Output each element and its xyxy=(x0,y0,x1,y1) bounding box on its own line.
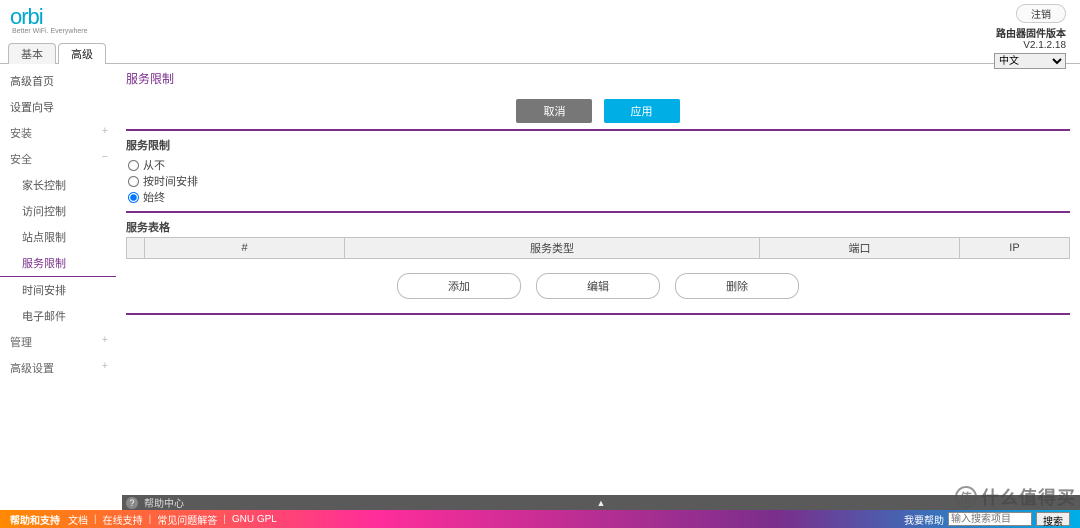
header-right: 注销 路由器固件版本 V2.1.2.18 中文 xyxy=(994,4,1066,69)
service-table: # 服务类型 端口 IP xyxy=(126,237,1070,259)
help-center-label: 帮助中心 xyxy=(144,495,184,510)
col-port: 端口 xyxy=(760,238,960,259)
sidebar-section-advanced-settings[interactable]: 高级设置 + xyxy=(0,355,116,381)
support-links: 帮助和支持 文档| 在线支持| 常见问题解答| GNU GPL xyxy=(10,512,277,527)
support-link-docs[interactable]: 文档 xyxy=(68,512,88,527)
divider xyxy=(126,313,1070,315)
table-label: 服务表格 xyxy=(126,219,1070,235)
support-bar: 帮助和支持 文档| 在线支持| 常见问题解答| GNU GPL 我要帮助 搜索 xyxy=(0,510,1080,528)
apply-button[interactable]: 应用 xyxy=(604,99,680,123)
radio-label: 按时间安排 xyxy=(143,173,198,189)
sidebar: 高级首页 设置向导 安装 + 安全 − 家长控制 访问控制 站点限制 服务限制 … xyxy=(0,64,116,495)
top-action-bar: 取消 应用 xyxy=(126,99,1070,123)
table-header-row: # 服务类型 端口 IP xyxy=(127,238,1070,259)
content-area: 服务限制 取消 应用 服务限制 从不 按时间安排 始终 服务表格 # xyxy=(116,64,1080,495)
support-link-faq[interactable]: 常见问题解答 xyxy=(157,512,217,527)
sidebar-item-access-control[interactable]: 访问控制 xyxy=(0,198,116,224)
expand-icon: + xyxy=(102,334,108,346)
support-link-gpl[interactable]: GNU GPL xyxy=(232,514,277,525)
chevron-up-icon[interactable]: ▲ xyxy=(597,498,606,508)
sidebar-section-label: 安全 xyxy=(10,154,32,166)
help-center-bar[interactable]: ? 帮助中心 ▲ xyxy=(122,495,1080,510)
footer: ? 帮助中心 ▲ 帮助和支持 文档| 在线支持| 常见问题解答| GNU GPL… xyxy=(0,495,1080,528)
radio-option-never[interactable]: 从不 xyxy=(128,157,1070,173)
sidebar-item-site-block[interactable]: 站点限制 xyxy=(0,224,116,250)
cancel-button[interactable]: 取消 xyxy=(516,99,592,123)
sidebar-item-email[interactable]: 电子邮件 xyxy=(0,303,116,329)
tab-basic[interactable]: 基本 xyxy=(8,43,56,64)
sidebar-item-parental-control[interactable]: 家长控制 xyxy=(0,172,116,198)
service-table-section: 服务表格 # 服务类型 端口 IP xyxy=(126,219,1070,259)
radio-label: 从不 xyxy=(143,157,165,173)
firmware-version: V2.1.2.18 xyxy=(994,40,1066,51)
radio-option-schedule[interactable]: 按时间安排 xyxy=(128,173,1070,189)
edit-button[interactable]: 编辑 xyxy=(536,273,660,299)
logout-button[interactable]: 注销 xyxy=(1016,4,1066,23)
sidebar-section-label: 高级设置 xyxy=(10,363,54,375)
divider xyxy=(126,211,1070,213)
radio-never[interactable] xyxy=(128,160,139,171)
radio-always[interactable] xyxy=(128,192,139,203)
support-title: 帮助和支持 xyxy=(10,512,60,527)
radio-schedule[interactable] xyxy=(128,176,139,187)
question-icon: ? xyxy=(126,497,138,509)
page-title: 服务限制 xyxy=(126,68,1070,93)
support-link-online[interactable]: 在线支持 xyxy=(103,512,143,527)
top-tabs: 基本 高级 xyxy=(0,44,1080,64)
sidebar-section-label: 安装 xyxy=(10,128,32,140)
col-ip: IP xyxy=(960,238,1070,259)
collapse-icon: − xyxy=(102,151,108,163)
tab-advanced[interactable]: 高级 xyxy=(58,43,106,64)
search-input[interactable] xyxy=(948,512,1032,526)
sidebar-item-advanced-home[interactable]: 高级首页 xyxy=(0,68,116,94)
delete-button[interactable]: 删除 xyxy=(675,273,799,299)
sidebar-section-label: 管理 xyxy=(10,337,32,349)
section-label-service-block: 服务限制 xyxy=(126,137,1070,153)
sidebar-item-setup-wizard[interactable]: 设置向导 xyxy=(0,94,116,120)
add-button[interactable]: 添加 xyxy=(397,273,521,299)
col-checkbox xyxy=(127,238,145,259)
radio-label: 始终 xyxy=(143,189,165,205)
sidebar-section-management[interactable]: 管理 + xyxy=(0,329,116,355)
firmware-label: 路由器固件版本 xyxy=(994,25,1066,40)
sidebar-item-schedule[interactable]: 时间安排 xyxy=(0,277,116,303)
search-label: 我要帮助 xyxy=(904,512,944,527)
col-service-type: 服务类型 xyxy=(345,238,760,259)
search-button[interactable]: 搜索 xyxy=(1036,512,1070,526)
expand-icon: + xyxy=(102,125,108,137)
support-search: 我要帮助 搜索 xyxy=(904,510,1070,528)
logo: orbi xyxy=(10,4,43,30)
sidebar-section-security[interactable]: 安全 − xyxy=(0,146,116,172)
table-action-bar: 添加 编辑 删除 xyxy=(126,273,1070,299)
header: orbi Better WiFi. Everywhere 注销 路由器固件版本 … xyxy=(0,0,1080,44)
sidebar-item-service-block[interactable]: 服务限制 xyxy=(0,250,116,277)
expand-icon: + xyxy=(102,360,108,372)
divider xyxy=(126,129,1070,131)
sidebar-section-install[interactable]: 安装 + xyxy=(0,120,116,146)
logo-tagline: Better WiFi. Everywhere xyxy=(12,28,87,35)
col-number: # xyxy=(145,238,345,259)
radio-option-always[interactable]: 始终 xyxy=(128,189,1070,205)
